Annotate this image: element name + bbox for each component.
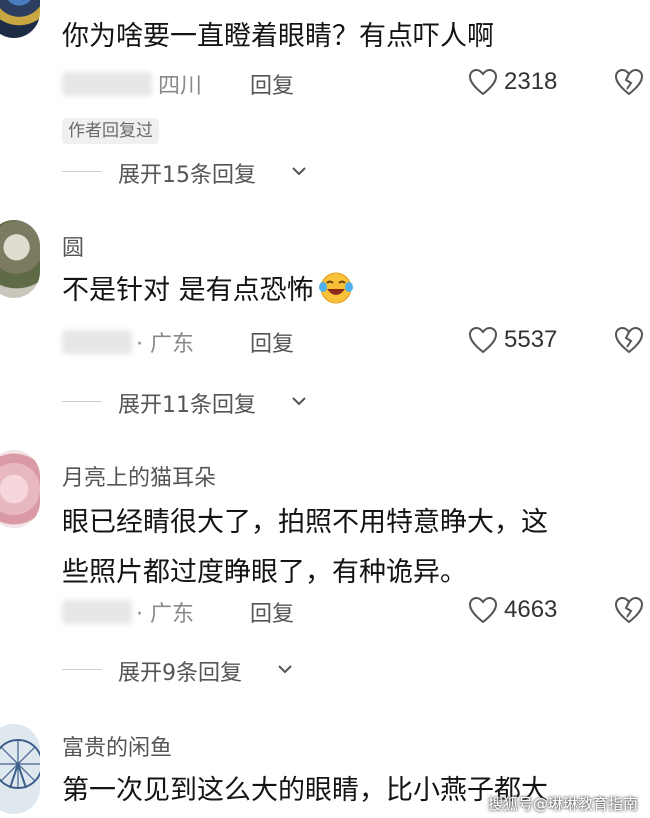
heart-outline-icon <box>468 326 498 354</box>
reply-button[interactable]: 回复 <box>250 596 294 628</box>
author-replied-badge: 作者回复过 <box>62 118 159 144</box>
comment-meta: · 广东 回复 4663 <box>62 592 644 632</box>
comment-username[interactable]: 月亮上的猫耳朵 <box>62 460 216 492</box>
blurred-timestamp <box>62 72 152 96</box>
broken-heart-icon[interactable] <box>614 68 644 96</box>
reply-button[interactable]: 回复 <box>250 326 294 358</box>
blurred-timestamp <box>62 600 132 624</box>
comment-meta: · 广东 回复 5537 <box>62 322 644 362</box>
comment-text: 不是针对 是有点恐怖 <box>62 266 632 316</box>
comment-text: 眼已经睛很大了，拍照不用特意睁大，这 些照片都过度睁眼了，有种诡异。 <box>62 507 548 588</box>
like-button[interactable]: 2318 <box>468 66 588 100</box>
avatar[interactable] <box>0 450 40 528</box>
comment-location: · 广东 <box>136 332 194 357</box>
heart-outline-icon <box>468 68 498 96</box>
comment-meta: 四川 回复 2318 <box>62 64 644 104</box>
expand-replies-button[interactable]: 展开9条回复 <box>62 653 362 687</box>
laughing-crying-emoji <box>318 272 353 304</box>
chevron-down-icon <box>278 665 292 674</box>
avatar[interactable] <box>0 724 40 814</box>
like-button[interactable]: 5537 <box>468 324 588 358</box>
expand-replies-button[interactable]: 展开11条回复 <box>62 385 362 419</box>
expand-replies-label: 展开9条回复 <box>118 661 242 686</box>
chevron-down-icon <box>292 167 306 176</box>
blurred-timestamp <box>62 330 132 354</box>
expand-replies-label: 展开11条回复 <box>118 393 256 418</box>
avatar[interactable] <box>0 0 40 38</box>
comment-username[interactable]: 富贵的闲鱼 <box>62 730 172 762</box>
divider-line <box>62 171 102 172</box>
reply-button[interactable]: 回复 <box>250 68 294 100</box>
avatar[interactable] <box>0 220 40 298</box>
comment-item: 月亮上的猫耳朵 眼已经睛很大了，拍照不用特意睁大，这 些照片都过度睁眼了，有种诡… <box>0 440 650 710</box>
chevron-down-icon <box>292 397 306 406</box>
ferris-wheel-image <box>0 739 40 789</box>
comment-item: 圆 不是针对 是有点恐怖 · 广东 回复 5537 展开11条回复 <box>0 210 650 440</box>
divider-line <box>62 401 102 402</box>
like-count: 4663 <box>504 596 558 623</box>
expand-replies-button[interactable]: 展开15条回复 <box>62 155 362 189</box>
comment-location: · 广东 <box>136 602 194 627</box>
heart-outline-icon <box>468 596 498 624</box>
expand-replies-label: 展开15条回复 <box>118 163 256 188</box>
comment-location: 四川 <box>158 74 203 99</box>
broken-heart-icon[interactable] <box>614 596 644 624</box>
watermark: 搜狐号@琳琳教育指南 <box>487 795 638 813</box>
comment-item: 你为啥要一直瞪着眼睛？有点吓人啊 四川 回复 2318 作者回复过 展开15条回… <box>0 0 650 210</box>
comment-text: 你为啥要一直瞪着眼睛？有点吓人啊 <box>62 21 494 52</box>
like-count: 2318 <box>504 68 558 95</box>
broken-heart-icon[interactable] <box>614 326 644 354</box>
like-count: 5537 <box>504 326 558 353</box>
like-button[interactable]: 4663 <box>468 594 588 628</box>
divider-line <box>62 669 102 670</box>
comment-username[interactable]: 圆 <box>62 230 84 262</box>
